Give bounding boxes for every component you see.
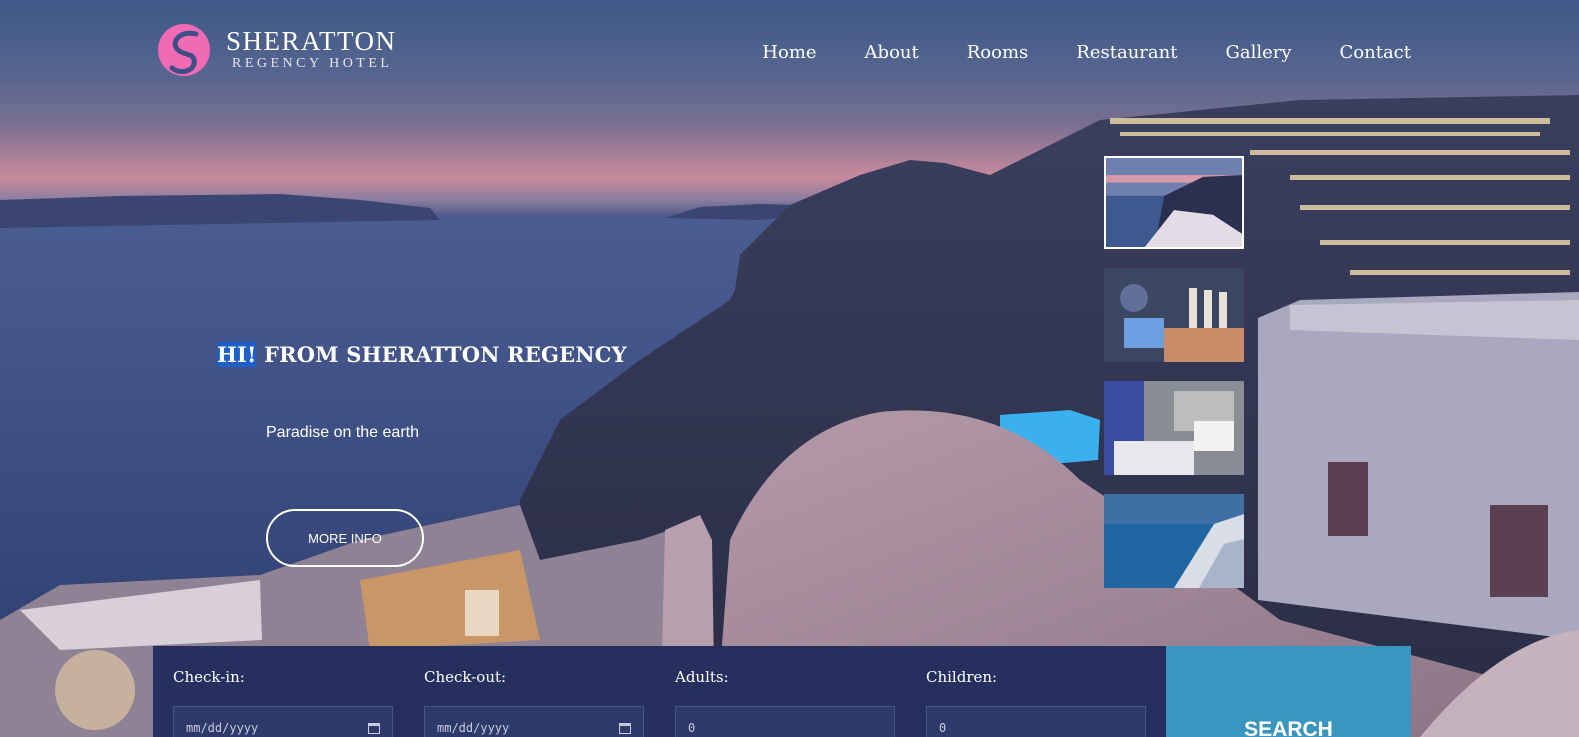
restaurant-glasses-thumbnail[interactable] (1104, 268, 1244, 362)
more-info-button[interactable]: MORE INFO (266, 509, 424, 567)
brand-tagline: REGENCY HOTEL (232, 56, 393, 71)
santorini-coast-thumbnail[interactable] (1104, 494, 1244, 588)
brand-logo-icon (158, 24, 210, 76)
children-label: Children: (926, 668, 998, 686)
brand-name: SHERATTON (226, 26, 397, 56)
checkout-label: Check-out: (424, 668, 507, 686)
nav-item-rooms[interactable]: Rooms (967, 42, 1029, 63)
adults-field-group: Adults: 0 (655, 646, 906, 737)
calendar-icon[interactable] (368, 723, 380, 734)
nav-item-restaurant[interactable]: Restaurant (1076, 42, 1177, 63)
hero-subtitle: Paradise on the earth (266, 424, 419, 441)
brand-logo[interactable]: SHERATTON REGENCY HOTEL (156, 22, 397, 78)
children-input[interactable]: 0 (926, 706, 1146, 737)
search-button[interactable]: SEARCH (1166, 646, 1411, 737)
hero-title-rest: FROM SHERATTON REGENCY (256, 342, 627, 367)
main-nav: Home About Rooms Restaurant Gallery Cont… (762, 42, 1411, 63)
nav-item-gallery[interactable]: Gallery (1225, 42, 1291, 63)
hero-title: HI! FROM SHERATTON REGENCY (217, 342, 627, 367)
nav-item-home[interactable]: Home (762, 42, 816, 63)
checkin-date-input[interactable]: mm/dd/yyyy (173, 706, 393, 737)
hero-background-scene (0, 95, 1579, 737)
nav-item-about[interactable]: About (865, 42, 919, 63)
checkin-label: Check-in: (173, 668, 245, 686)
hero-section: SHERATTON REGENCY HOTEL Home About Rooms… (0, 0, 1579, 737)
checkout-field-group: Check-out: mm/dd/yyyy (404, 646, 655, 737)
adults-input[interactable]: 0 (675, 706, 895, 737)
checkout-placeholder: mm/dd/yyyy (437, 721, 510, 735)
checkout-date-input[interactable]: mm/dd/yyyy (424, 706, 644, 737)
booking-form: Check-in: mm/dd/yyyy Check-out: mm/dd/yy… (153, 646, 1411, 737)
nav-item-contact[interactable]: Contact (1340, 42, 1411, 63)
children-field-group: Children: 0 (906, 646, 1157, 737)
gallery-thumbnails (1104, 156, 1244, 607)
adults-label: Adults: (675, 668, 729, 686)
checkin-placeholder: mm/dd/yyyy (186, 721, 259, 735)
hero-title-highlight: HI! (217, 342, 257, 367)
calendar-icon[interactable] (619, 723, 631, 734)
hotel-room-thumbnail[interactable] (1104, 381, 1244, 475)
santorini-sunset-thumbnail[interactable] (1104, 156, 1244, 249)
checkin-field-group: Check-in: mm/dd/yyyy (153, 646, 404, 737)
children-value: 0 (939, 721, 947, 735)
adults-value: 0 (688, 721, 696, 735)
